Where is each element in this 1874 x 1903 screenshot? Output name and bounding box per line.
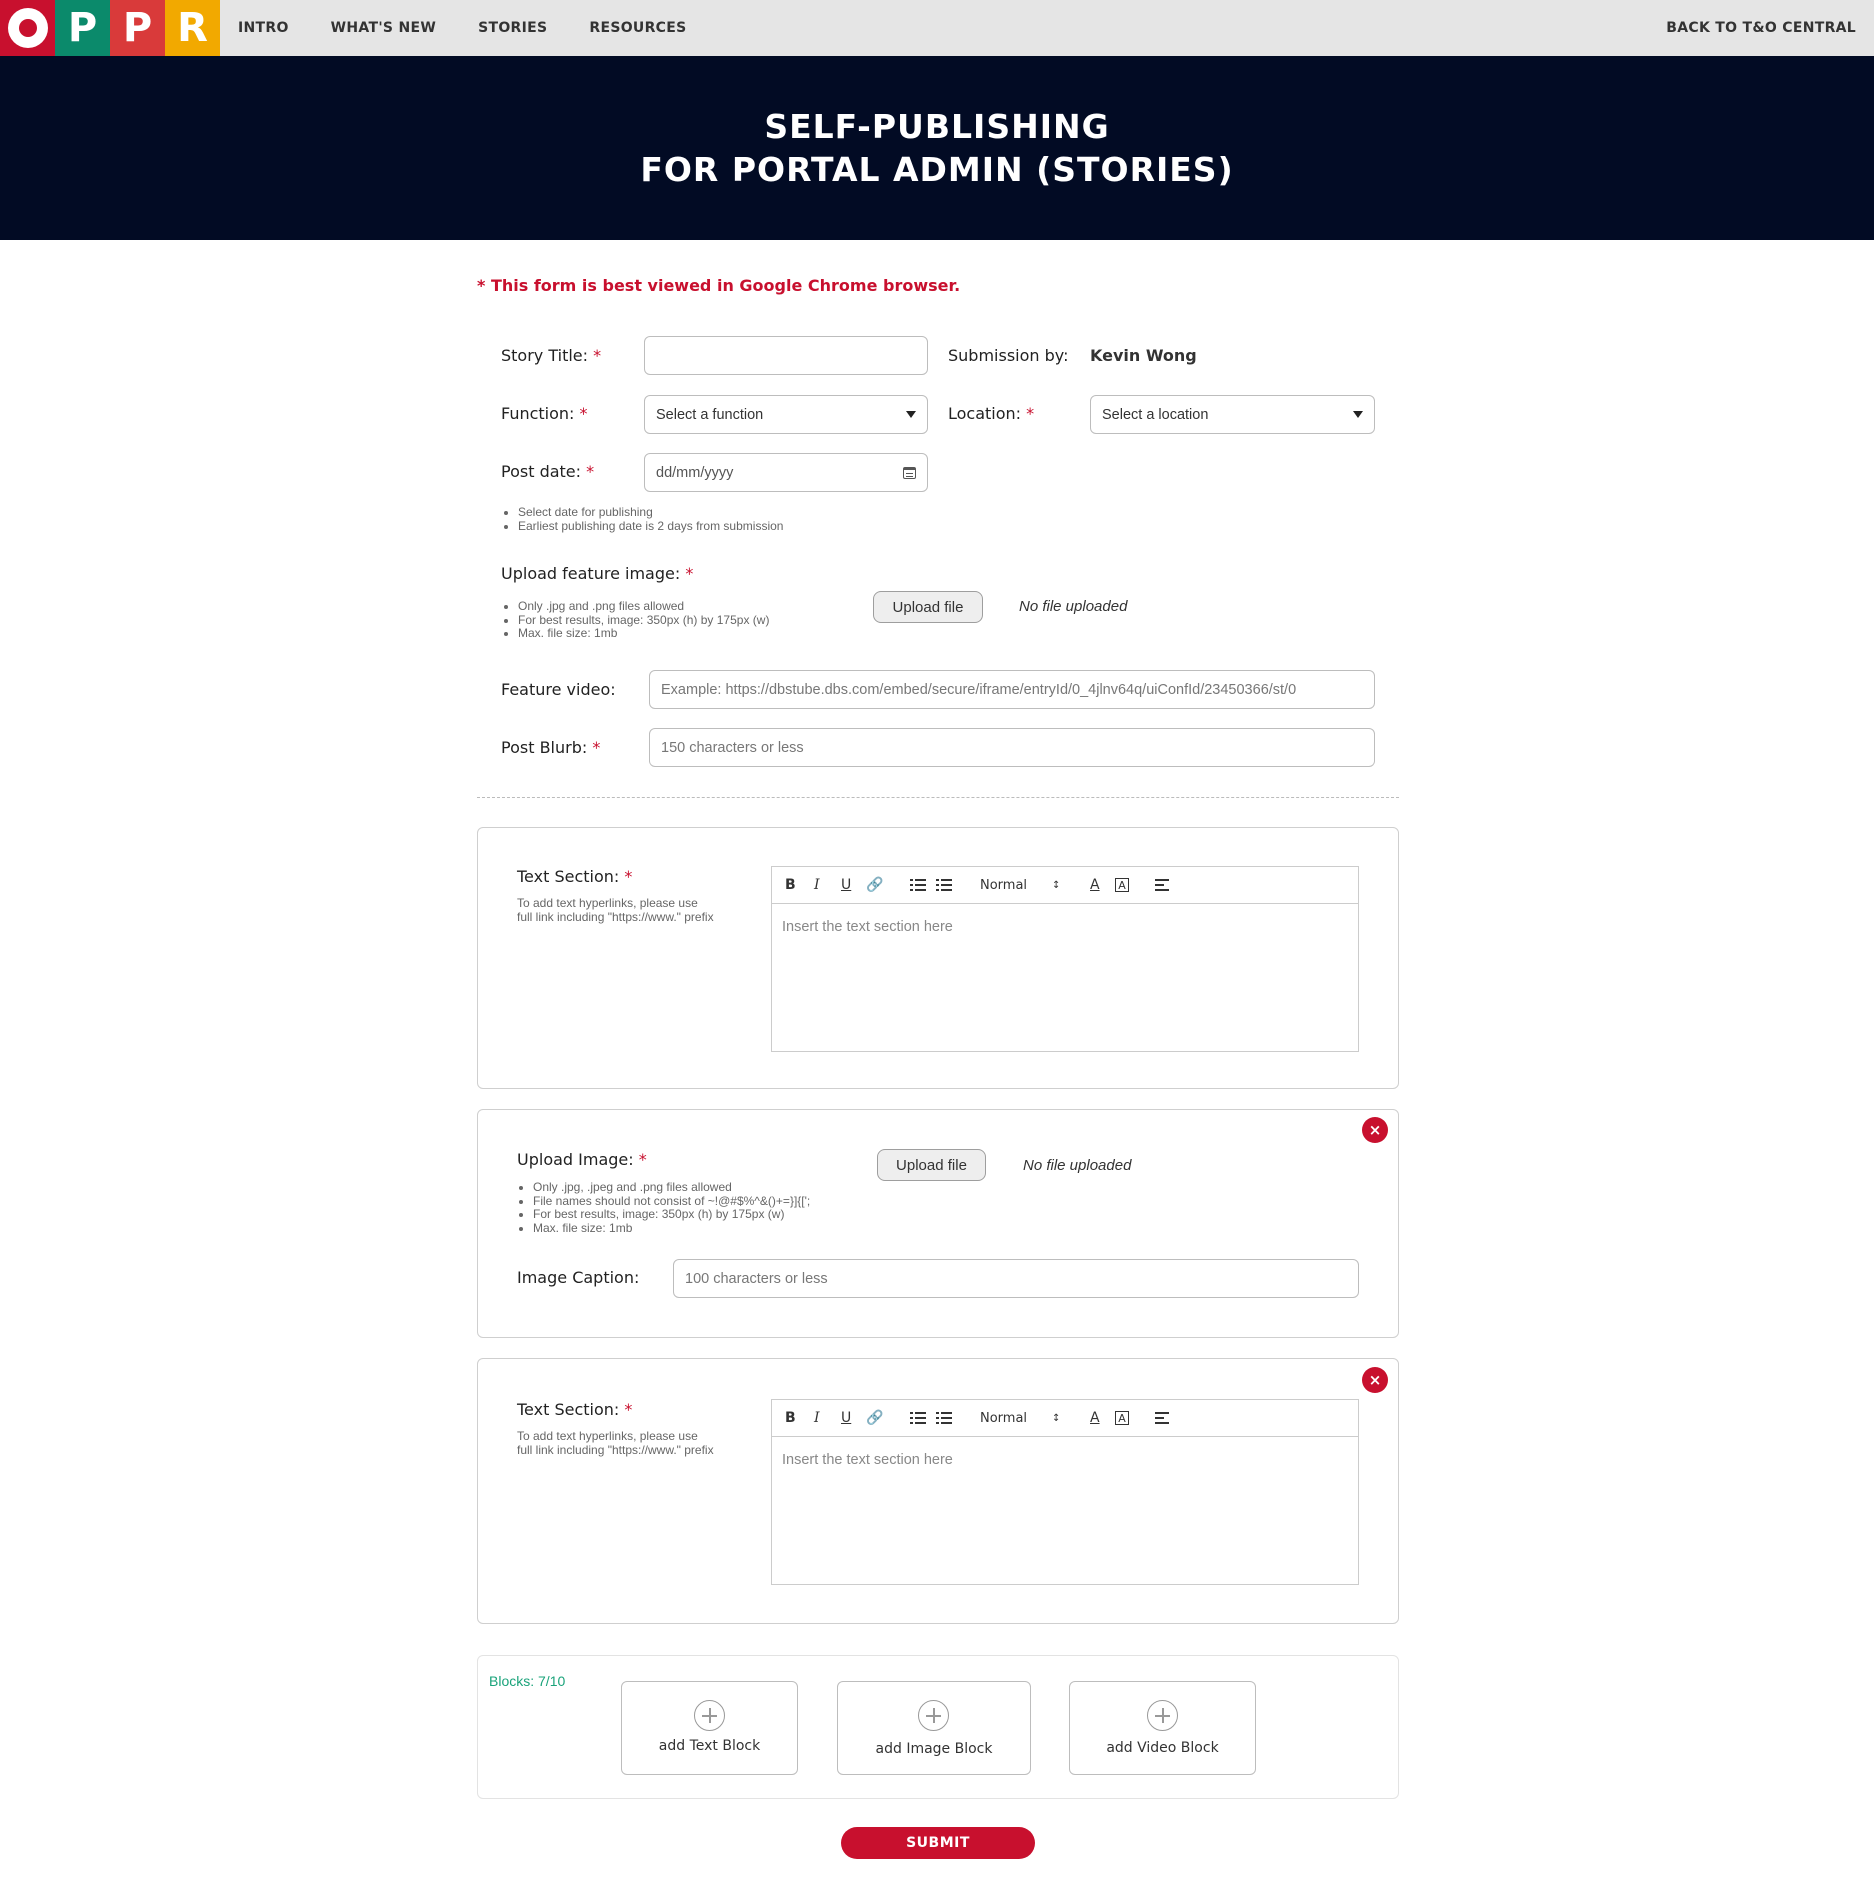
close-icon: ×: [1368, 1370, 1382, 1389]
hero-banner: SELF-PUBLISHING FOR PORTAL ADMIN (STORIE…: [0, 56, 1874, 240]
feature-image-label: Upload feature image: *: [501, 564, 694, 583]
upload-image-label: Upload Image: *: [517, 1150, 647, 1169]
background-color-icon[interactable]: A: [1115, 878, 1129, 892]
rich-text-editor[interactable]: B I U 🔗 Normal ↕ A A Insert the text sec…: [771, 1399, 1359, 1585]
post-blurb-input[interactable]: 150 characters or less: [649, 728, 1375, 767]
top-nav: P P R INTRO WHAT'S NEW STORIES RESOURCES…: [0, 0, 1874, 56]
link-icon[interactable]: 🔗: [866, 1409, 883, 1427]
image-upload-status: No file uploaded: [1023, 1157, 1132, 1174]
add-image-block-button[interactable]: add Image Block: [837, 1681, 1031, 1775]
plus-circle-icon: [918, 1700, 949, 1731]
feature-image-upload-button[interactable]: Upload file: [873, 591, 983, 623]
add-text-block-button[interactable]: add Text Block: [621, 1681, 798, 1775]
function-select[interactable]: Select a function: [644, 395, 928, 434]
calendar-icon[interactable]: [903, 466, 916, 479]
submission-by-label: Submission by:: [948, 346, 1069, 365]
remove-block-button[interactable]: ×: [1362, 1367, 1388, 1393]
add-video-block-label: add Video Block: [1106, 1740, 1219, 1756]
back-to-central-link[interactable]: BACK TO T&O CENTRAL: [1666, 0, 1856, 56]
feature-video-input[interactable]: Example: https://dbstube.dbs.com/embed/s…: [649, 670, 1375, 709]
story-title-label: Story Title: *: [501, 346, 602, 365]
hero-title-line2: FOR PORTAL ADMIN (STORIES): [640, 150, 1234, 189]
logo-letter-p2: P: [110, 0, 165, 56]
image-upload-button[interactable]: Upload file: [877, 1149, 986, 1181]
text-section-label: Text Section: *: [517, 867, 633, 886]
bullet-list-icon[interactable]: [936, 1409, 952, 1427]
submission-by-value: Kevin Wong: [1090, 346, 1197, 365]
format-select-arrows-icon[interactable]: ↕: [1052, 876, 1060, 894]
text-block-1: Text Section: * To add text hyperlinks, …: [477, 827, 1399, 1089]
nav-resources[interactable]: RESOURCES: [589, 20, 686, 36]
pppr-logo[interactable]: P P R: [0, 0, 220, 56]
ordered-list-icon[interactable]: [910, 1409, 926, 1427]
post-date-input[interactable]: dd/mm/yyyy: [644, 453, 928, 492]
rich-text-editor[interactable]: B I U 🔗 Normal ↕ A A Insert the text sec…: [771, 866, 1359, 1052]
add-image-block-label: add Image Block: [875, 1741, 993, 1757]
text-block-2: × Text Section: * To add text hyperlinks…: [477, 1358, 1399, 1624]
editor-placeholder: Insert the text section here: [782, 1452, 953, 1468]
text-section-label: Text Section: *: [517, 1400, 633, 1419]
link-icon[interactable]: 🔗: [866, 876, 883, 894]
text-section-hint: To add text hyperlinks, please use full …: [517, 1429, 714, 1457]
logo-letter-p1: P: [55, 0, 110, 56]
align-icon[interactable]: [1155, 876, 1169, 894]
underline-icon[interactable]: U: [841, 1409, 851, 1427]
location-select[interactable]: Select a location: [1090, 395, 1375, 434]
dropdown-caret-icon: [906, 411, 916, 418]
bullet-list-icon[interactable]: [936, 876, 952, 894]
image-block: × Upload Image: * Only .jpg, .jpeg and .…: [477, 1109, 1399, 1338]
image-caption-label: Image Caption:: [517, 1268, 640, 1287]
nav-whats-new[interactable]: WHAT'S NEW: [331, 20, 436, 36]
section-divider: [477, 797, 1399, 798]
bold-icon[interactable]: B: [785, 876, 796, 894]
feature-image-hints: Only .jpg and .png files allowed For bes…: [502, 599, 769, 641]
format-select[interactable]: Normal: [980, 1409, 1027, 1427]
remove-block-button[interactable]: ×: [1362, 1117, 1388, 1143]
location-label: Location: *: [948, 404, 1035, 423]
feature-video-label: Feature video:: [501, 680, 616, 699]
format-select-arrows-icon[interactable]: ↕: [1052, 1409, 1060, 1427]
add-text-block-label: add Text Block: [658, 1738, 761, 1754]
browser-notice: * This form is best viewed in Google Chr…: [477, 276, 961, 295]
editor-toolbar: B I U 🔗 Normal ↕ A A: [772, 867, 1358, 904]
post-blurb-label: Post Blurb: *: [501, 738, 601, 757]
align-icon[interactable]: [1155, 1409, 1169, 1427]
editor-placeholder: Insert the text section here: [782, 919, 953, 935]
bold-icon[interactable]: B: [785, 1409, 796, 1427]
italic-icon[interactable]: I: [814, 1409, 820, 1427]
story-title-input[interactable]: [644, 336, 928, 375]
feature-image-status: No file uploaded: [1019, 598, 1128, 615]
dropdown-caret-icon: [1353, 411, 1363, 418]
submit-button[interactable]: SUBMIT: [841, 1827, 1035, 1859]
hero-title-line1: SELF-PUBLISHING: [764, 107, 1110, 146]
add-blocks-panel: Blocks: 7/10 add Text Block add Image Bl…: [477, 1655, 1399, 1799]
text-color-icon[interactable]: A: [1090, 1409, 1100, 1427]
flower-logo-icon: [0, 0, 55, 56]
background-color-icon[interactable]: A: [1115, 1411, 1129, 1425]
post-date-label: Post date: *: [501, 462, 595, 481]
post-date-hints: Select date for publishing Earliest publ…: [502, 505, 783, 533]
plus-circle-icon: [694, 1700, 725, 1731]
blocks-count: Blocks: 7/10: [489, 1673, 566, 1689]
add-video-block-button[interactable]: add Video Block: [1069, 1681, 1256, 1775]
text-color-icon[interactable]: A: [1090, 876, 1100, 894]
logo-letter-r: R: [165, 0, 220, 56]
image-caption-input[interactable]: 100 characters or less: [673, 1259, 1359, 1298]
underline-icon[interactable]: U: [841, 876, 851, 894]
main-nav: INTRO WHAT'S NEW STORIES RESOURCES: [238, 0, 729, 56]
italic-icon[interactable]: I: [814, 876, 820, 894]
plus-circle-icon: [1147, 1700, 1178, 1731]
function-label: Function: *: [501, 404, 588, 423]
close-icon: ×: [1368, 1120, 1382, 1139]
ordered-list-icon[interactable]: [910, 876, 926, 894]
upload-image-hints: Only .jpg, .jpeg and .png files allowed …: [517, 1180, 810, 1235]
format-select[interactable]: Normal: [980, 876, 1027, 894]
editor-toolbar: B I U 🔗 Normal ↕ A A: [772, 1400, 1358, 1437]
text-section-hint: To add text hyperlinks, please use full …: [517, 896, 714, 924]
nav-stories[interactable]: STORIES: [478, 20, 547, 36]
nav-intro[interactable]: INTRO: [238, 20, 289, 36]
